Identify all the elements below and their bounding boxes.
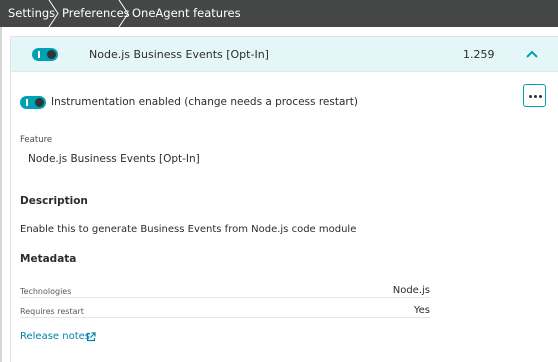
instrumentation-label: Instrumentation enabled (change needs a … xyxy=(51,96,358,108)
external-link-icon[interactable] xyxy=(86,332,96,342)
metadata-value: Yes xyxy=(413,305,430,316)
description-title: Description xyxy=(20,195,88,207)
breadcrumb-settings[interactable]: Settings xyxy=(0,0,55,27)
more-options-icon xyxy=(529,95,532,98)
breadcrumb-oneagent-features: OneAgent features xyxy=(132,6,241,20)
instrumentation-toggle[interactable] xyxy=(20,96,46,109)
metadata-title: Metadata xyxy=(20,253,77,265)
feature-label: Feature xyxy=(20,135,53,145)
metadata-value: Node.js xyxy=(392,285,430,296)
feature-name: Node.js Business Events [Opt-In] xyxy=(89,48,269,61)
description-text: Enable this to generate Business Events … xyxy=(20,224,357,235)
feature-value: Node.js Business Events [Opt-In] xyxy=(28,153,200,165)
metadata-row: Technologies Node.js xyxy=(20,284,430,298)
page-edge xyxy=(0,27,2,362)
metadata-row: Requires restart Yes xyxy=(20,304,430,318)
metadata-key: Requires restart xyxy=(20,307,84,316)
metadata-key: Technologies xyxy=(20,287,72,296)
feature-header-row[interactable]: Node.js Business Events [Opt-In] 1.259 xyxy=(11,37,558,72)
chevron-up-icon[interactable] xyxy=(524,47,540,61)
toggle-knob xyxy=(47,50,56,59)
feature-version: 1.259 xyxy=(463,48,495,61)
toggle-on-mark xyxy=(26,99,28,106)
toggle-on-mark xyxy=(38,51,40,58)
more-options-icon xyxy=(539,95,542,98)
release-notes-link[interactable]: Release notes xyxy=(20,331,90,342)
breadcrumb-preferences[interactable]: Preferences xyxy=(52,0,130,27)
toggle-knob xyxy=(35,98,44,107)
feature-card: Node.js Business Events [Opt-In] 1.259 I… xyxy=(10,36,558,362)
breadcrumb: Settings Preferences OneAgent features xyxy=(0,0,558,27)
feature-toggle[interactable] xyxy=(32,48,58,61)
more-options-icon xyxy=(534,95,537,98)
more-options-button[interactable] xyxy=(523,84,546,107)
